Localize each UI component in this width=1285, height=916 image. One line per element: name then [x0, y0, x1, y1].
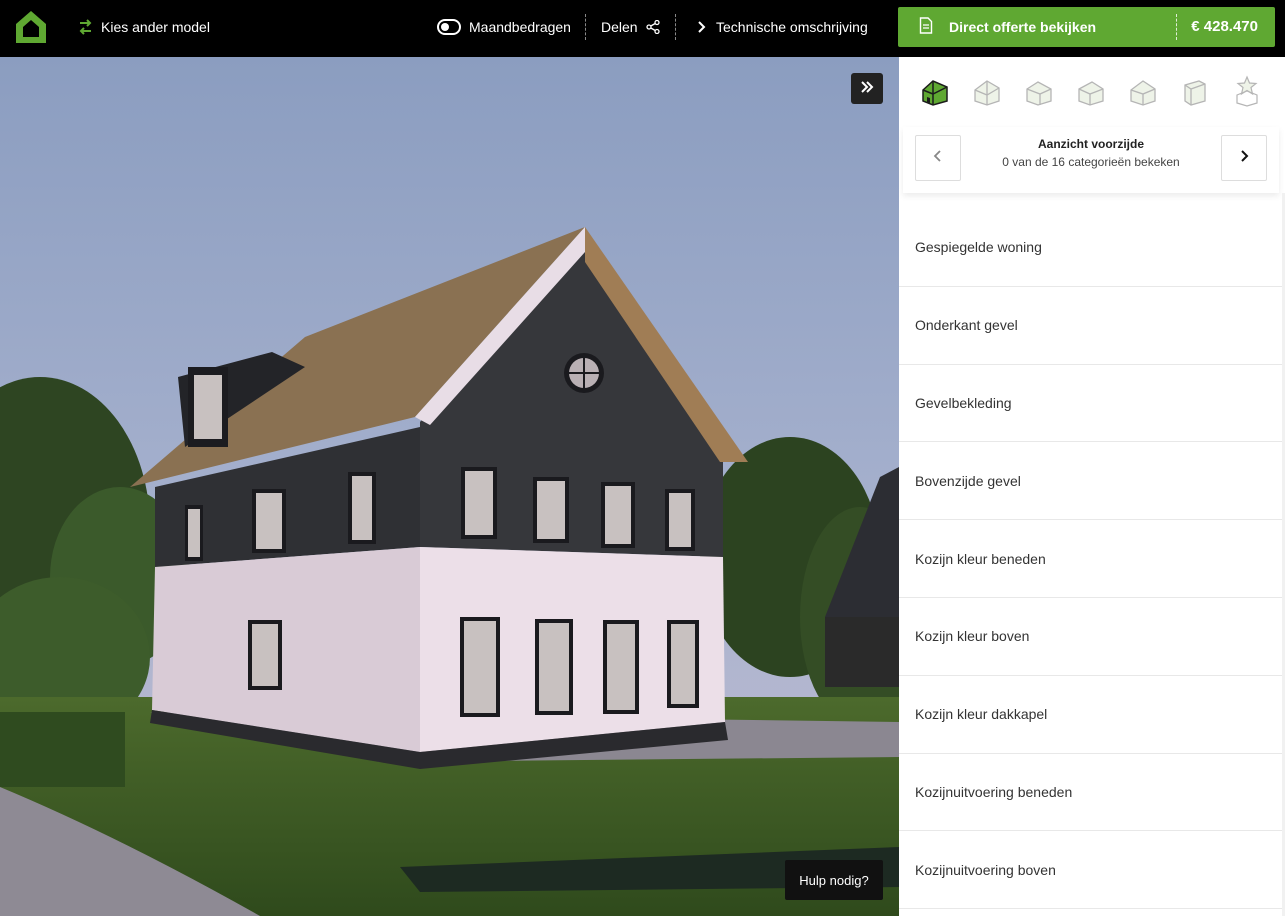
chevron-right-icon	[1239, 149, 1249, 167]
category-item[interactable]: Kozijnuitvoering beneden	[899, 754, 1285, 832]
category-item[interactable]: Kozijnuitvoering boven	[899, 831, 1285, 910]
double-chevron-right-icon	[860, 80, 874, 98]
configurator-sidebar: Aanzicht voorzijde 0 van de 16 categorie…	[899, 57, 1285, 916]
help-button[interactable]: Hulp nodig?	[785, 860, 883, 900]
document-icon	[919, 17, 933, 37]
view-title: Aanzicht voorzijde	[1037, 137, 1144, 151]
view-quote-button[interactable]: Direct offerte bekijken € 428.470	[898, 7, 1275, 47]
interior-view-icon[interactable]	[1179, 75, 1211, 107]
change-model-button[interactable]: Kies ander model	[78, 0, 210, 54]
house-render-image	[0, 57, 899, 916]
house-side-view-icon[interactable]	[971, 75, 1003, 107]
category-item[interactable]: Bovenzijde gevel	[899, 442, 1285, 521]
collapse-panel-button[interactable]	[851, 73, 883, 104]
house-roof-view-icon[interactable]	[1127, 75, 1159, 107]
divider	[675, 14, 676, 40]
next-view-button[interactable]	[1221, 135, 1267, 181]
share-icon	[645, 20, 660, 34]
category-item[interactable]: Kozijn kleur dakkapel	[899, 676, 1285, 754]
house-side-view-2-icon[interactable]	[1075, 75, 1107, 107]
toggle-switch-icon	[437, 19, 461, 35]
category-item[interactable]: Gevelbekleding	[899, 365, 1285, 443]
category-item[interactable]: Onderkant gevel	[899, 287, 1285, 365]
house-front-view-icon[interactable]	[919, 75, 951, 107]
house-logo-icon[interactable]	[14, 9, 48, 45]
categories-progress: 0 van de 16 categorieën bekeken	[1002, 155, 1180, 169]
tech-description-button[interactable]: Technische omschrijving	[696, 0, 868, 54]
tech-description-label: Technische omschrijving	[716, 19, 868, 35]
category-item[interactable]: Kozijn kleur boven	[899, 598, 1285, 676]
swap-arrows-icon	[78, 18, 93, 36]
view-navigation: Aanzicht voorzijde 0 van de 16 categorie…	[903, 127, 1279, 193]
view-selector	[899, 71, 1285, 111]
share-button[interactable]: Delen	[601, 0, 660, 54]
chevron-right-icon	[696, 20, 706, 34]
cta-label: Direct offerte bekijken	[949, 19, 1097, 35]
category-item[interactable]: Kozijn kleur beneden	[899, 520, 1285, 598]
previous-view-button[interactable]	[915, 135, 961, 181]
extras-star-icon[interactable]	[1231, 75, 1263, 107]
change-model-label: Kies ander model	[101, 19, 210, 35]
monthly-amounts-toggle[interactable]: Maandbedragen	[437, 0, 571, 54]
top-bar: Kies ander model Maandbedragen Delen Tec…	[0, 0, 1285, 57]
monthly-toggle-label: Maandbedragen	[469, 19, 571, 35]
divider	[585, 14, 586, 40]
help-label: Hulp nodig?	[799, 872, 869, 888]
category-list: Gespiegelde woning Onderkant gevel Gevel…	[899, 209, 1285, 910]
house-back-view-icon[interactable]	[1023, 75, 1055, 107]
divider	[1176, 14, 1177, 40]
chevron-left-icon	[933, 149, 943, 167]
total-price: € 428.470	[1191, 18, 1258, 35]
share-label: Delen	[601, 19, 638, 35]
category-item[interactable]: Gespiegelde woning	[899, 209, 1285, 287]
house-3d-viewer[interactable]: Hulp nodig?	[0, 57, 899, 916]
